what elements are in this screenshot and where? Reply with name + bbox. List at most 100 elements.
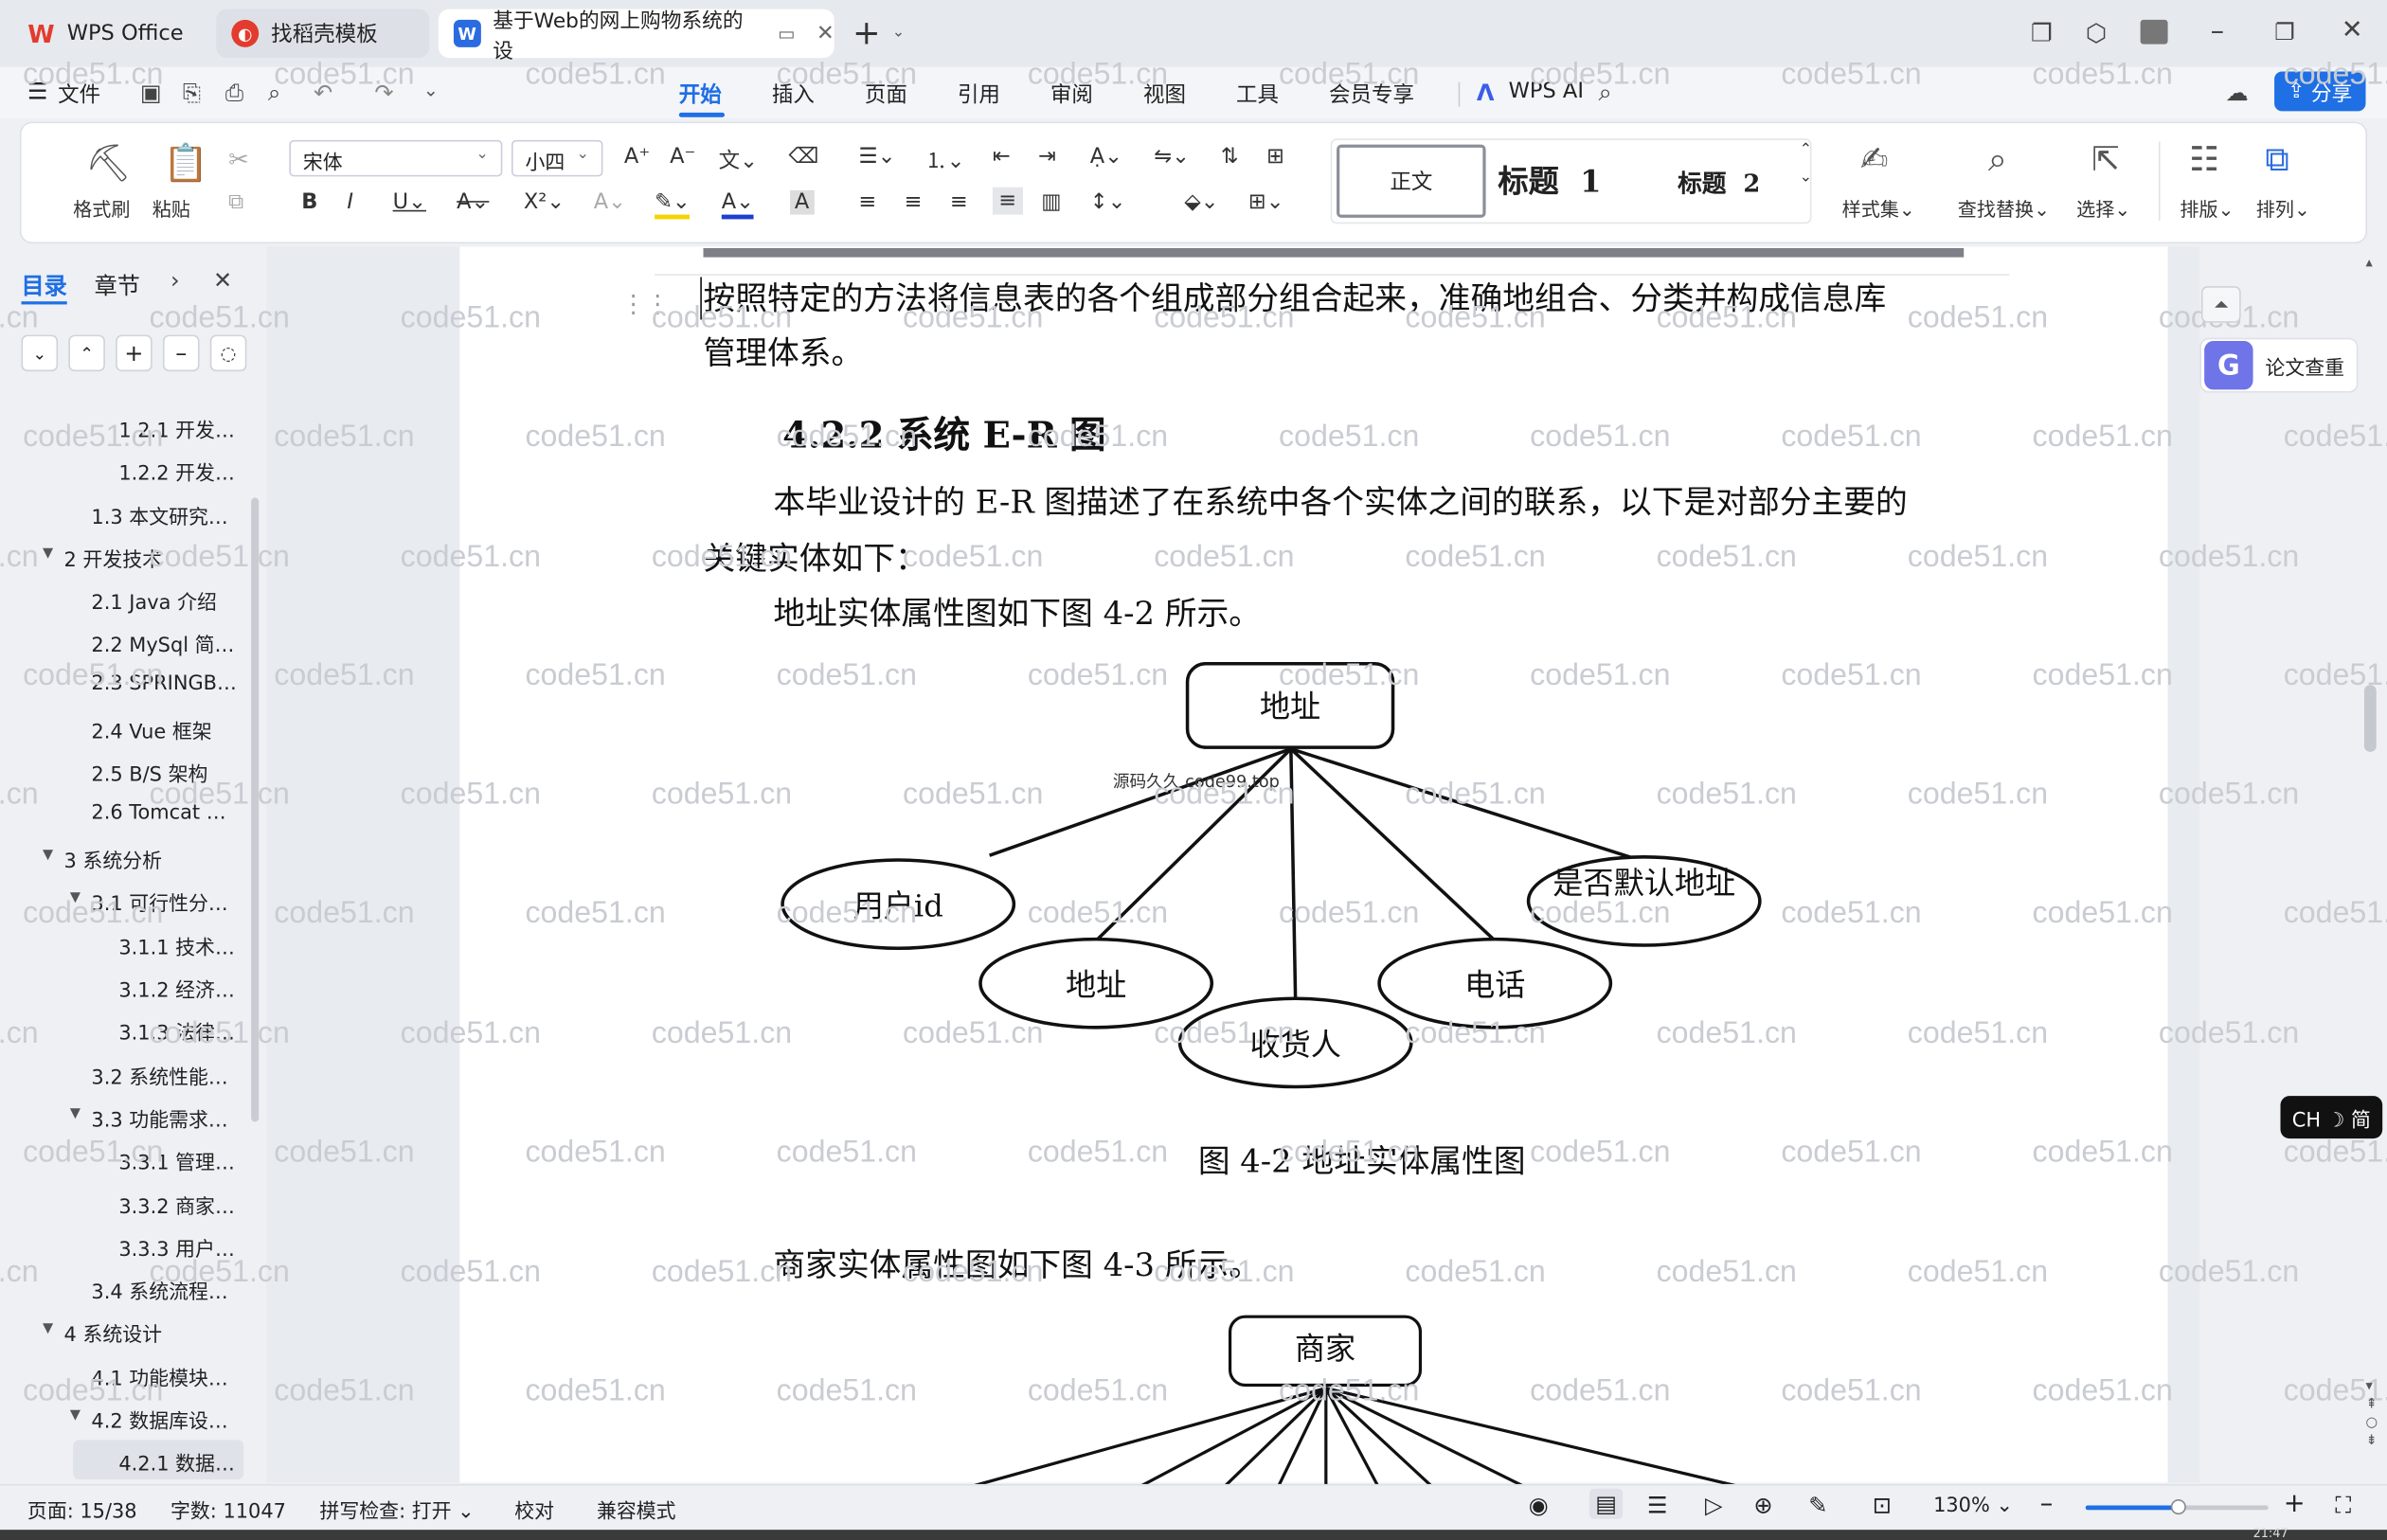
er-entity-merchant[interactable]: 商家 [1230, 1321, 1421, 1376]
cube-icon[interactable]: ⬡ [2086, 18, 2107, 47]
scroll-up-icon[interactable]: ▴ [2366, 256, 2373, 271]
print-icon[interactable]: ⎙ [225, 80, 243, 107]
arrange-button[interactable]: 排列⌄ [2256, 193, 2310, 223]
page-indicator[interactable]: 页面: 15/38 [27, 1495, 137, 1524]
strikethrough-icon[interactable]: A⌄ [457, 190, 489, 215]
tab-review[interactable]: 审阅 [1050, 80, 1093, 110]
show-marks-icon[interactable]: ⊞ [1266, 145, 1284, 170]
expand-arrow-icon[interactable]: ▼ [70, 1106, 81, 1121]
figure-caption[interactable]: 图 4-2 地址实体属性图 [1198, 1134, 1526, 1189]
tab-member[interactable]: 会员专享 [1329, 80, 1414, 110]
pen-icon[interactable]: ✎ [1808, 1492, 1827, 1519]
add-heading-icon[interactable]: + [116, 334, 153, 372]
er-attribute-default[interactable]: 是否默认地址 [1552, 865, 1735, 902]
toc-item[interactable]: 2 开发技术 [64, 544, 163, 572]
paragraph-1-line-1[interactable]: 按照特定的方法将信息表的各个组成部分组合起来，准确地组合、分类并构成信息库 [704, 271, 1887, 326]
bullet-list-icon[interactable]: ☰⌄ [858, 145, 895, 170]
tab-section[interactable]: 章节 [95, 269, 140, 301]
tab-page[interactable]: 页面 [865, 80, 907, 110]
expand-arrow-icon[interactable]: ▼ [43, 1321, 53, 1336]
cut-icon[interactable]: ✂ [228, 145, 249, 174]
tab-view[interactable]: 视图 [1143, 80, 1186, 110]
avatar[interactable] [2140, 19, 2168, 45]
justify-icon[interactable]: ≡ [992, 187, 1023, 215]
char-shading-icon[interactable]: A [790, 189, 815, 215]
vertical-scrollbar[interactable] [2363, 685, 2377, 752]
search-icon[interactable]: ⌕ [1599, 78, 1612, 108]
sort-icon[interactable]: ⇅ [1221, 145, 1239, 170]
sidebar-scrollbar[interactable] [251, 497, 260, 1122]
collapse-all-icon[interactable]: ⌄ [21, 334, 59, 372]
play-icon[interactable]: ▷ [1705, 1492, 1723, 1519]
toc-item[interactable]: 1.3 本文研究… [91, 501, 227, 529]
toc-item[interactable]: 3.3.1 管理… [118, 1146, 234, 1175]
toc-item[interactable]: 3.4 系统流程… [91, 1276, 227, 1304]
toc-item[interactable]: 3.1.1 技术… [118, 932, 234, 960]
format-painter-icon[interactable]: ⛏ [85, 141, 132, 184]
tab-toc[interactable]: 目录 [22, 269, 67, 301]
paragraph-1-line-2[interactable]: 管理体系。 [704, 326, 864, 381]
style-normal[interactable]: 正文 [1337, 144, 1486, 218]
distribute-icon[interactable]: ▥ [1041, 190, 1061, 215]
line-spacing-icon[interactable]: ↕⌄ [1090, 190, 1126, 215]
style-scroll-up-icon[interactable]: ⌃ [1800, 141, 1812, 158]
expand-arrow-icon[interactable]: ▼ [70, 890, 81, 905]
toc-settings-icon[interactable]: ◌ [209, 334, 247, 372]
window-layout-icon[interactable]: ❐ [2031, 18, 2053, 47]
tab-insert[interactable]: 插入 [772, 80, 815, 110]
export-icon[interactable]: ⎘ [183, 80, 201, 107]
toc-item[interactable]: 1.2.2 开发… [118, 457, 234, 486]
font-name-select[interactable]: 宋体 ⌄ [289, 139, 503, 177]
toc-item[interactable]: 4.1 功能模块… [91, 1362, 227, 1391]
superscript-icon[interactable]: X²⌄ [524, 190, 565, 215]
section-heading[interactable]: 4.2.2 系统 E-R 图 [782, 408, 1106, 463]
text-direction-icon[interactable]: Ạ⌄ [1090, 145, 1122, 170]
er-entity-label[interactable]: 地址 [1188, 679, 1393, 734]
drag-handle-icon[interactable]: ⋮⋮ [621, 289, 670, 318]
zoom-level[interactable]: 130% ⌄ [1933, 1495, 2013, 1517]
monitor-icon[interactable]: ▭ [778, 23, 795, 45]
toc-item[interactable]: 2.4 Vue 框架 [91, 715, 211, 744]
zoom-slider[interactable] [2085, 1499, 2269, 1515]
find-replace-button[interactable]: 查找替换⌄ [1958, 193, 2050, 223]
grow-font-icon[interactable]: A⁺ [624, 145, 650, 170]
tab-home[interactable]: 开始 [679, 80, 722, 110]
zoom-in-icon[interactable]: + [2284, 1489, 2306, 1519]
layout-button[interactable]: 排版⌄ [2180, 193, 2234, 223]
phonetic-icon[interactable]: 文⌄ [719, 145, 758, 175]
expand-arrow-icon[interactable]: ▼ [70, 1408, 81, 1424]
toc-item[interactable]: 2.3 SPRINGB… [91, 672, 236, 695]
toc-item[interactable]: 4 系统设计 [64, 1318, 163, 1347]
close-window-icon[interactable]: ✕ [2342, 15, 2363, 45]
new-tab-icon[interactable]: + [852, 15, 881, 53]
arrange-icon[interactable]: ⧉ [2265, 141, 2288, 179]
menu-file[interactable]: 文件 [58, 80, 100, 110]
proofread-button[interactable]: 校对 [514, 1495, 554, 1524]
find-replace-icon[interactable]: ⌕ [1988, 141, 2007, 179]
paragraph-3[interactable]: 地址实体属性图如下图 4-2 所示。 [773, 586, 1261, 641]
font-color-icon[interactable]: A⌄ [721, 190, 755, 220]
shrink-font-icon[interactable]: A⁻ [670, 145, 695, 170]
style-heading2[interactable]: 标题 2 [1678, 163, 1760, 200]
eye-icon[interactable]: ◉ [1529, 1492, 1549, 1519]
paper-check-button[interactable]: G 论文查重 [2199, 337, 2359, 393]
zoom-slider-thumb[interactable] [2170, 1499, 2186, 1515]
toc-item[interactable]: 4.2 数据库设… [91, 1405, 227, 1434]
hamburger-icon[interactable]: ☰ [27, 78, 48, 105]
fit-page-icon[interactable]: ⊡ [1873, 1492, 1892, 1519]
toc-item[interactable]: 2.1 Java 介绍 [91, 586, 216, 615]
tab-wps-office[interactable]: W WPS Office [12, 9, 201, 58]
zoom-out-icon[interactable]: – [2040, 1489, 2054, 1519]
minimize-icon[interactable]: – [2211, 15, 2224, 47]
expand-up-icon[interactable]: ⌃ [68, 334, 105, 372]
close-pane-icon[interactable]: ✕ [213, 266, 232, 294]
share-button[interactable]: ⇪ 分享 [2274, 71, 2366, 112]
tab-tools[interactable]: 工具 [1236, 80, 1279, 110]
increase-indent-icon[interactable]: ⇥ [1038, 145, 1056, 170]
toc-item[interactable]: 2.2 MySql 简… [91, 629, 234, 657]
page-view-icon[interactable]: ▤ [1588, 1488, 1624, 1519]
paragraph-2-line-1[interactable]: 本毕业设计的 E-R 图描述了在系统中各个实体之间的联系，以下是对部分主要的 [773, 475, 1907, 529]
save-icon[interactable]: ▣ [140, 80, 162, 107]
paste-icon[interactable]: 📋 [163, 141, 208, 184]
er-attribute-receiver[interactable]: 收货人 [1180, 1017, 1411, 1072]
